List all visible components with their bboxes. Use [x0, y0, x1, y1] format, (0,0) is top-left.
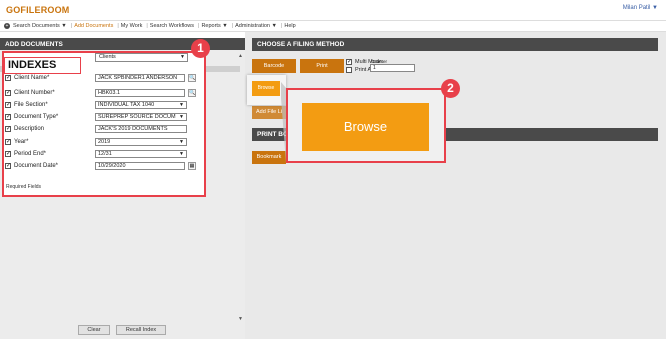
- callout-connector: [281, 82, 286, 163]
- step-badge-2: 2: [441, 79, 460, 98]
- browse-button-large[interactable]: Browse: [302, 103, 429, 151]
- step-badge-1: 1: [191, 39, 210, 58]
